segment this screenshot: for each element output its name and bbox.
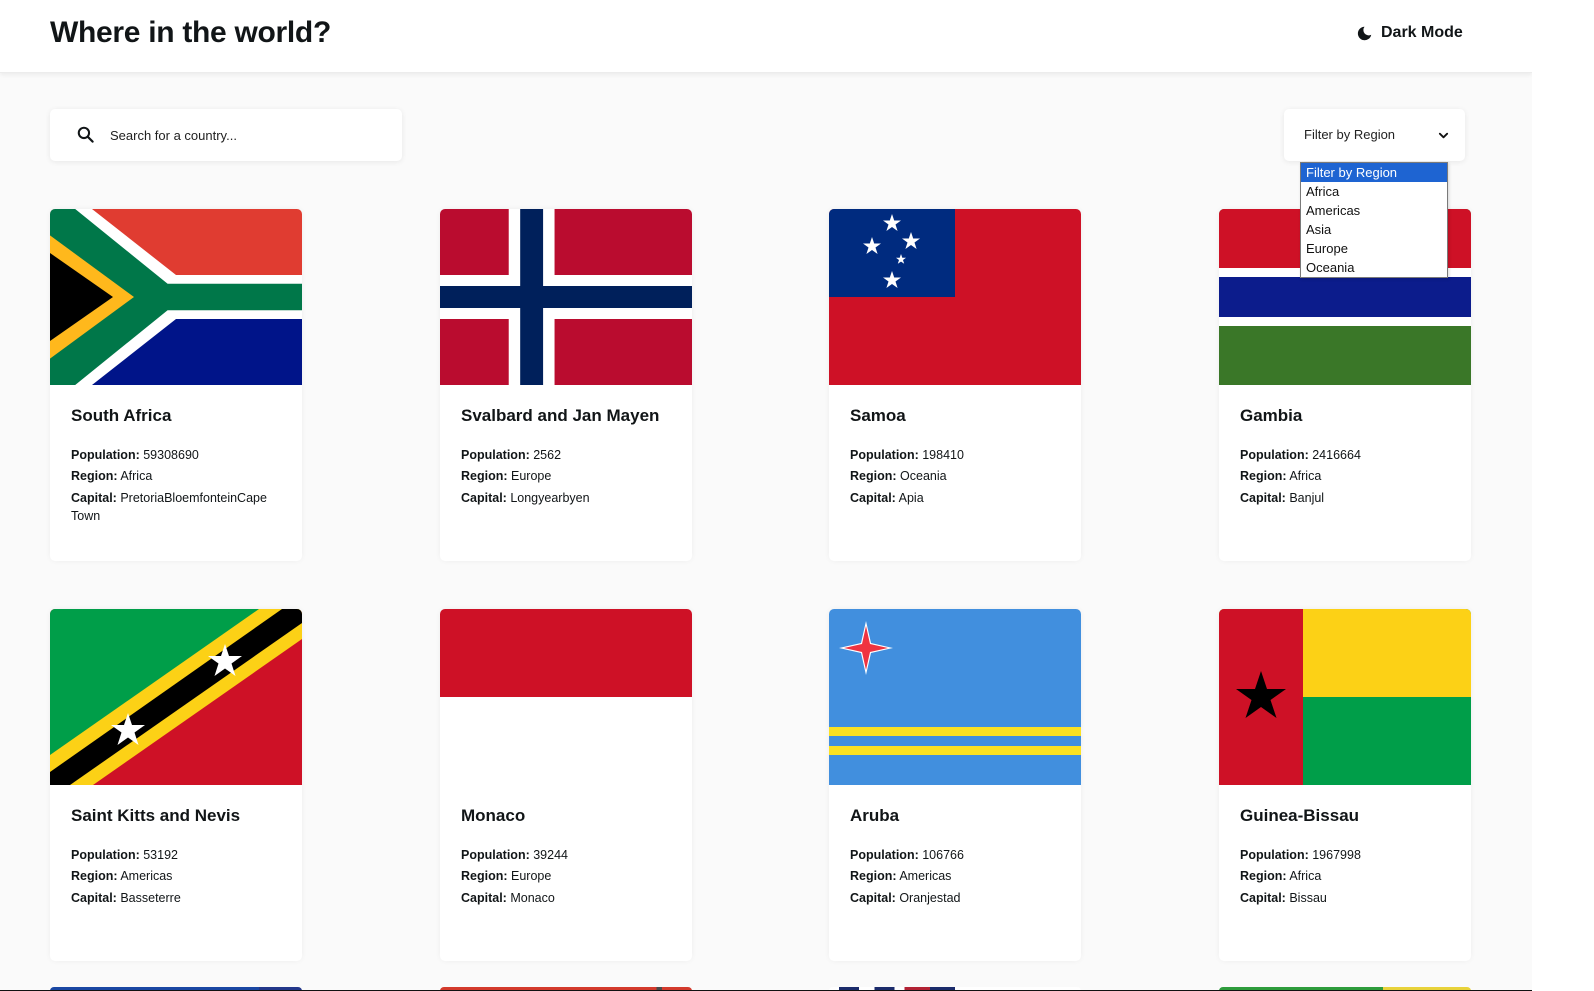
dark-mode-toggle[interactable]: Dark Mode xyxy=(1356,24,1463,42)
population-row: Population: 198410 xyxy=(850,448,964,462)
country-name: Guinea-Bissau xyxy=(1240,806,1360,825)
region-row: Region: Europe xyxy=(461,869,552,883)
population-row: Population: 1967998 xyxy=(1240,848,1361,862)
country-card-aruba[interactable]: Aruba Population: 106766 Region: America… xyxy=(829,609,1081,961)
country-card-south-africa[interactable]: South Africa Population: 59308690 Region… xyxy=(50,209,302,561)
region-row: Region: Americas xyxy=(850,869,952,883)
moon-icon xyxy=(1357,26,1372,40)
south-africa-flag xyxy=(50,209,302,385)
country-name: Saint Kitts and Nevis xyxy=(71,806,241,825)
region-dropdown-list[interactable]: Filter by Region Africa Americas Asia Eu… xyxy=(1300,162,1448,278)
capital-row: Capital: Apia xyxy=(850,491,924,505)
capital-row: Capital: Basseterre xyxy=(71,891,181,905)
country-card-samoa[interactable]: Samoa Population: 198410 Region: Oceania… xyxy=(829,209,1081,561)
country-card-svalbard[interactable]: Svalbard and Jan Mayen Population: 2562 … xyxy=(440,209,692,561)
country-name: Monaco xyxy=(461,806,526,825)
chevron-down-icon xyxy=(1438,132,1449,139)
search-input[interactable] xyxy=(110,109,390,161)
region-option-filter-by-region[interactable]: Filter by Region xyxy=(1301,163,1447,182)
svalbard-flag xyxy=(440,209,692,385)
search-icon xyxy=(77,126,94,143)
capital-row: Capital: Longyearbyen xyxy=(461,491,590,505)
region-option-africa[interactable]: Africa xyxy=(1301,182,1447,201)
population-row: Population: 106766 xyxy=(850,848,964,862)
population-row: Population: 59308690 xyxy=(71,448,199,462)
dark-mode-label: Dark Mode xyxy=(1381,24,1463,41)
aruba-flag xyxy=(829,609,1081,785)
country-card-saint-kitts[interactable]: Saint Kitts and Nevis Population: 53192 … xyxy=(50,609,302,961)
country-name: Gambia xyxy=(1240,406,1303,425)
region-row: Region: Africa xyxy=(71,469,153,483)
country-info: Population: 39244 Region: Europe Capital… xyxy=(461,845,676,907)
country-card-guinea-bissau[interactable]: Guinea-Bissau Population: 1967998 Region… xyxy=(1219,609,1471,961)
region-row: Region: Africa xyxy=(1240,469,1322,483)
region-filter-select[interactable]: Filter by Region xyxy=(1284,109,1465,161)
country-card-monaco[interactable]: Monaco Population: 39244 Region: Europe … xyxy=(440,609,692,961)
monaco-flag xyxy=(440,609,692,785)
region-row: Region: Americas xyxy=(71,869,173,883)
country-info: Population: 2416664 Region: Africa Capit… xyxy=(1240,445,1455,507)
page-viewport: Where in the world? Dark Mode Filter by … xyxy=(0,0,1532,991)
region-row: Region: Oceania xyxy=(850,469,947,483)
guinea-bissau-flag xyxy=(1219,609,1471,785)
region-option-oceania[interactable]: Oceania xyxy=(1301,258,1447,277)
country-info: Population: 2562 Region: Europe Capital:… xyxy=(461,445,676,507)
country-name: Svalbard and Jan Mayen xyxy=(461,406,660,425)
region-row: Region: Europe xyxy=(461,469,552,483)
region-option-americas[interactable]: Americas xyxy=(1301,201,1447,220)
population-row: Population: 39244 xyxy=(461,848,568,862)
capital-row: Capital: Monaco xyxy=(461,891,555,905)
country-info: Population: 53192 Region: Americas Capit… xyxy=(71,845,286,907)
region-filter-label: Filter by Region xyxy=(1304,127,1396,142)
population-row: Population: 53192 xyxy=(71,848,178,862)
country-name: Samoa xyxy=(850,406,906,425)
top-bar: Where in the world? Dark Mode xyxy=(0,0,1532,73)
country-info: Population: 106766 Region: Americas Capi… xyxy=(850,845,1065,907)
capital-row: Capital: Banjul xyxy=(1240,491,1325,505)
country-info: Population: 198410 Region: Oceania Capit… xyxy=(850,445,1065,507)
population-row: Population: 2562 xyxy=(461,448,562,462)
country-name: South Africa xyxy=(71,406,172,425)
capital-row: Capital: Bissau xyxy=(1240,891,1327,905)
capital-row: Capital: Oranjestad xyxy=(850,891,961,905)
capital-row: Capital: PretoriaBloemfonteinCape Town xyxy=(71,491,267,523)
samoa-flag xyxy=(829,209,1081,385)
region-row: Region: Africa xyxy=(1240,869,1322,883)
country-info: Population: 59308690 Region: Africa Capi… xyxy=(71,445,286,525)
app-title: Where in the world? xyxy=(50,16,331,49)
country-name: Aruba xyxy=(850,806,900,825)
search-box[interactable] xyxy=(50,109,402,161)
region-option-asia[interactable]: Asia xyxy=(1301,220,1447,239)
region-option-europe[interactable]: Europe xyxy=(1301,239,1447,258)
saint-kitts-flag xyxy=(50,609,302,785)
population-row: Population: 2416664 xyxy=(1240,448,1361,462)
country-info: Population: 1967998 Region: Africa Capit… xyxy=(1240,845,1455,907)
